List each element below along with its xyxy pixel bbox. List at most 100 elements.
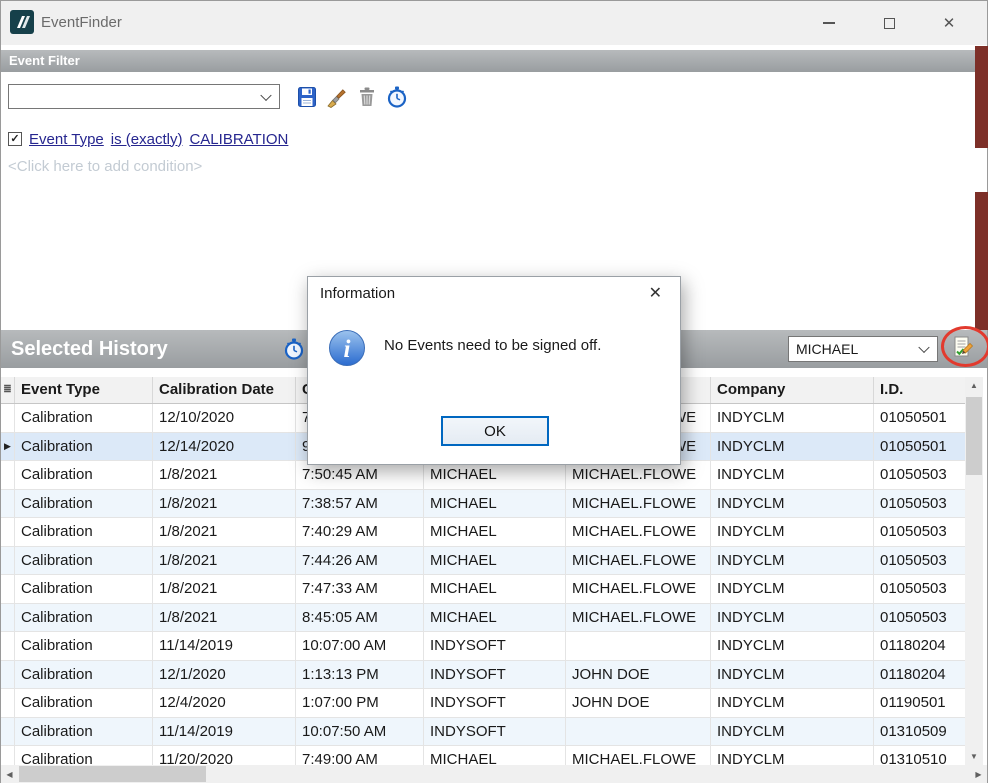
cell-event-type: Calibration	[15, 461, 153, 490]
cell-event-type: Calibration	[15, 604, 153, 633]
cell-company: INDYCLM	[711, 490, 874, 519]
filter-combo[interactable]	[8, 84, 280, 109]
cell-company: INDYCLM	[711, 718, 874, 747]
cell-name: JOHN DOE	[566, 689, 711, 718]
table-row[interactable]: Calibration 1/8/2021 7:38:57 AM MICHAEL …	[1, 490, 965, 519]
condition-value-link[interactable]: CALIBRATION	[189, 131, 288, 148]
add-condition-link[interactable]: <Click here to add condition>	[8, 158, 202, 175]
condition-checkbox[interactable]: ✓	[8, 132, 22, 146]
minimize-icon	[823, 22, 835, 24]
close-button[interactable]: ✕	[919, 1, 979, 45]
row-marker	[1, 490, 15, 519]
cell-date: 12/4/2020	[153, 689, 296, 718]
maximize-icon	[884, 18, 895, 29]
cell-company: INDYCLM	[711, 604, 874, 633]
row-marker	[1, 575, 15, 604]
cell-id: 01310510	[874, 746, 965, 765]
cell-name	[566, 718, 711, 747]
cell-user: MICHAEL	[424, 518, 566, 547]
table-row[interactable]: Calibration 1/8/2021 8:45:05 AM MICHAEL …	[1, 604, 965, 633]
cell-time: 7:50:45 AM	[296, 461, 424, 490]
column-header-calibration-date[interactable]: Calibration Date	[153, 377, 296, 403]
selected-history-timer-icon[interactable]	[283, 338, 305, 360]
info-icon: i	[328, 329, 366, 367]
cell-time: 7:38:57 AM	[296, 490, 424, 519]
cell-name: MICHAEL.FLOWE	[566, 575, 711, 604]
condition-operator-link[interactable]: is (exactly)	[111, 131, 183, 148]
maximize-button[interactable]	[859, 1, 919, 45]
row-marker	[1, 718, 15, 747]
cell-company: INDYCLM	[711, 746, 874, 765]
horizontal-scroll-thumb[interactable]	[19, 766, 206, 782]
cell-id: 01050503	[874, 490, 965, 519]
vertical-scroll-thumb[interactable]	[966, 397, 982, 475]
cell-time: 1:13:13 PM	[296, 661, 424, 690]
table-row[interactable]: Calibration 1/8/2021 7:44:26 AM MICHAEL …	[1, 547, 965, 576]
table-horizontal-scrollbar[interactable]: ◀ ▶	[1, 765, 987, 783]
cell-event-type: Calibration	[15, 547, 153, 576]
sign-off-events-button[interactable]	[951, 335, 975, 359]
save-filter-button[interactable]	[296, 86, 318, 108]
cell-company: INDYCLM	[711, 632, 874, 661]
cell-id: 01050503	[874, 575, 965, 604]
scroll-up-arrow-icon[interactable]: ▲	[965, 377, 983, 394]
table-row[interactable]: Calibration 12/1/2020 1:13:13 PM INDYSOF…	[1, 661, 965, 690]
title-bar: EventFinder ✕	[1, 1, 987, 45]
row-marker	[1, 689, 15, 718]
table-row[interactable]: Calibration 11/14/2019 10:07:50 AM INDYS…	[1, 718, 965, 747]
scroll-left-arrow-icon[interactable]: ◀	[1, 765, 18, 783]
cell-user: MICHAEL	[424, 575, 566, 604]
ok-button-label: OK	[484, 423, 506, 440]
user-combo[interactable]: MICHAEL	[788, 336, 938, 362]
scroll-right-arrow-icon[interactable]: ▶	[970, 765, 987, 783]
cell-event-type: Calibration	[15, 404, 153, 433]
cell-time: 10:07:00 AM	[296, 632, 424, 661]
clear-filter-brush-icon[interactable]	[326, 86, 348, 108]
dialog-title: Information	[320, 277, 395, 310]
cell-event-type: Calibration	[15, 746, 153, 765]
column-header-id[interactable]: I.D.	[874, 377, 965, 403]
cell-date: 1/8/2021	[153, 547, 296, 576]
cell-time: 7:47:33 AM	[296, 575, 424, 604]
table-row[interactable]: Calibration 1/8/2021 7:47:33 AM MICHAEL …	[1, 575, 965, 604]
cell-id: 01050503	[874, 604, 965, 633]
cell-user: INDYSOFT	[424, 718, 566, 747]
table-row[interactable]: Calibration 12/4/2020 1:07:00 PM INDYSOF…	[1, 689, 965, 718]
table-row[interactable]: Calibration 11/14/2019 10:07:00 AM INDYS…	[1, 632, 965, 661]
condition-field-link[interactable]: Event Type	[29, 131, 104, 148]
ok-button[interactable]: OK	[441, 416, 549, 446]
row-marker	[1, 661, 15, 690]
cell-company: INDYCLM	[711, 661, 874, 690]
cell-date: 1/8/2021	[153, 604, 296, 633]
eventfinder-window: EventFinder ✕ Event Filter	[0, 0, 988, 783]
cell-event-type: Calibration	[15, 433, 153, 462]
cell-id: 01310509	[874, 718, 965, 747]
cell-date: 11/20/2020	[153, 746, 296, 765]
cell-id: 01180204	[874, 661, 965, 690]
row-marker	[1, 547, 15, 576]
table-row[interactable]: Calibration 1/8/2021 7:50:45 AM MICHAEL …	[1, 461, 965, 490]
window-title: EventFinder	[41, 1, 122, 45]
scroll-down-arrow-icon[interactable]: ▼	[965, 748, 983, 765]
cell-event-type: Calibration	[15, 718, 153, 747]
dialog-message: No Events need to be signed off.	[384, 337, 601, 354]
cell-company: INDYCLM	[711, 461, 874, 490]
cell-event-type: Calibration	[15, 575, 153, 604]
column-header-event-type[interactable]: Event Type	[15, 377, 153, 403]
cell-date: 11/14/2019	[153, 632, 296, 661]
cell-time: 10:07:50 AM	[296, 718, 424, 747]
history-timer-icon[interactable]	[386, 86, 408, 108]
column-menu-icon[interactable]: ≣	[1, 377, 15, 403]
column-header-company[interactable]: Company	[711, 377, 874, 403]
cell-time: 7:49:00 AM	[296, 746, 424, 765]
cell-id: 01050503	[874, 518, 965, 547]
table-row-partial[interactable]: Calibration 11/20/2020 7:49:00 AM MICHAE…	[1, 746, 965, 765]
cell-user: MICHAEL	[424, 746, 566, 765]
delete-filter-trash-icon[interactable]	[356, 86, 378, 108]
row-marker	[1, 461, 15, 490]
dialog-close-button[interactable]: ✕	[643, 277, 668, 310]
minimize-button[interactable]	[799, 1, 859, 45]
table-vertical-scrollbar[interactable]: ▲ ▼	[965, 377, 983, 765]
cell-user: MICHAEL	[424, 490, 566, 519]
table-row[interactable]: Calibration 1/8/2021 7:40:29 AM MICHAEL …	[1, 518, 965, 547]
